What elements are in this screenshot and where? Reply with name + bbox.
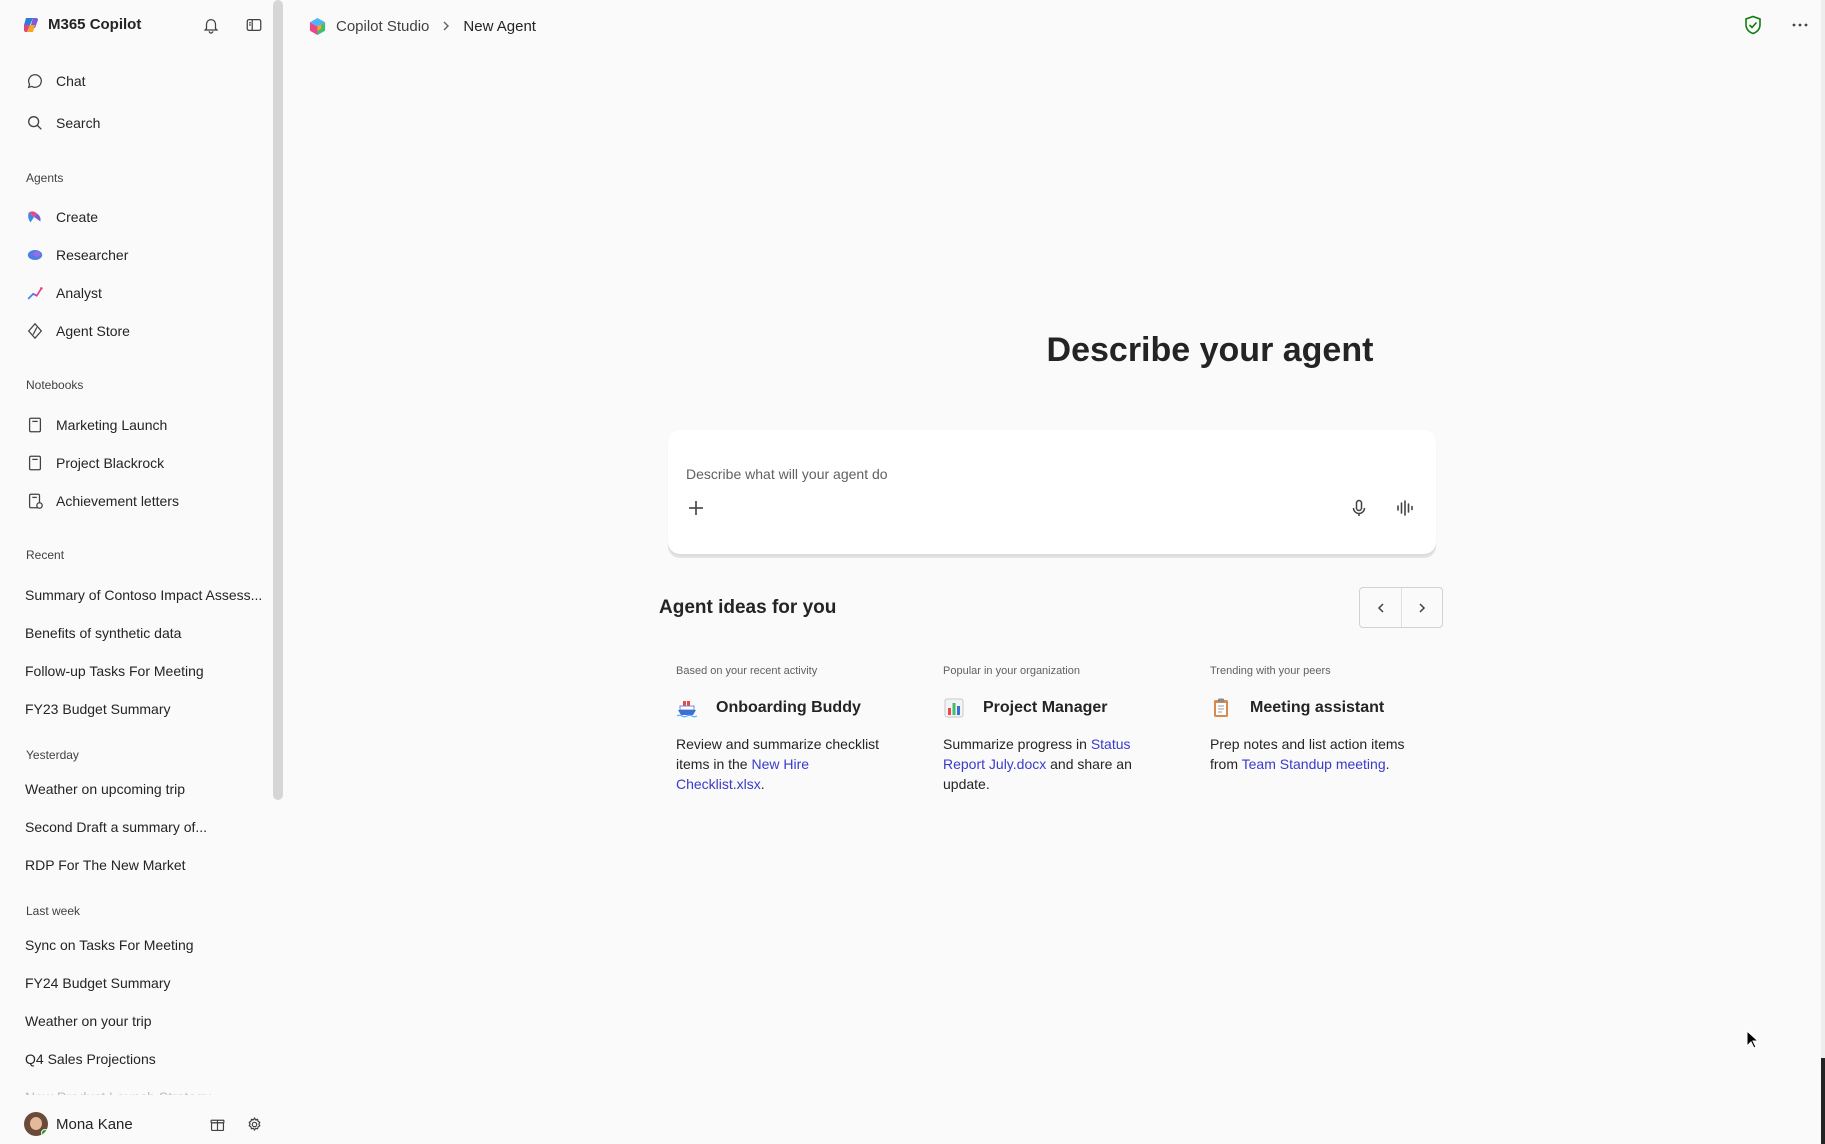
breadcrumb-copilot-studio[interactable]: Copilot Studio bbox=[336, 18, 429, 35]
sidebar-item-label: Analyst bbox=[56, 285, 102, 301]
chevron-right-icon bbox=[439, 19, 453, 33]
sidebar-scroll-area: Chat Search Agents Create Researcher Ana… bbox=[0, 60, 272, 1095]
app-title: M365 Copilot bbox=[48, 16, 142, 33]
sidebar-item-label: Chat bbox=[56, 73, 86, 89]
recent-chat-item[interactable]: Weather on upcoming trip bbox=[12, 773, 262, 805]
sidebar-item-label: Achievement letters bbox=[56, 493, 179, 509]
agent-description-composer bbox=[668, 430, 1436, 554]
sidebar-item-researcher[interactable]: Researcher bbox=[12, 238, 262, 272]
sidebar-item-label: Search bbox=[56, 115, 101, 131]
user-name[interactable]: Mona Kane bbox=[56, 1116, 133, 1133]
sidebar-scrollbar[interactable] bbox=[273, 0, 283, 800]
notifications-bell-icon[interactable] bbox=[200, 14, 222, 36]
sidebar-item-label: Marketing Launch bbox=[56, 417, 168, 433]
sidebar-item-analyst[interactable]: Analyst bbox=[12, 276, 262, 310]
main-content: Copilot Studio New Agent Describe your a… bbox=[284, 0, 1825, 1144]
presence-available-badge bbox=[41, 1129, 48, 1136]
idea-source-label: Popular in your organization bbox=[943, 665, 1080, 677]
avatar[interactable] bbox=[24, 1112, 48, 1136]
sidebar-item-create[interactable]: Create bbox=[12, 200, 262, 234]
page-scrollbar-thumb[interactable] bbox=[1821, 1058, 1825, 1144]
breadcrumb: Copilot Studio New Agent bbox=[308, 15, 536, 37]
agents-section-header: Agents bbox=[26, 171, 64, 185]
recent-chat-item[interactable]: Q4 Sales Projections bbox=[12, 1043, 262, 1075]
recent-chat-item[interactable]: FY24 Budget Summary bbox=[12, 967, 262, 999]
sidebar-item-marketing-launch[interactable]: Marketing Launch bbox=[12, 408, 262, 442]
idea-description: Prep notes and list action items from Te… bbox=[1210, 736, 1405, 772]
notebook-icon bbox=[26, 454, 44, 472]
sidebar-item-agent-store[interactable]: Agent Store bbox=[12, 314, 262, 348]
idea-source-label: Based on your recent activity bbox=[676, 665, 818, 677]
shield-check-icon[interactable] bbox=[1742, 14, 1764, 36]
notebooks-section-header: Notebooks bbox=[26, 378, 84, 392]
create-agent-icon bbox=[26, 208, 44, 226]
recent-chat-item[interactable]: New Product Launch Strategy bbox=[12, 1081, 262, 1095]
recent-chat-item[interactable]: FY23 Budget Summary bbox=[12, 693, 262, 725]
sidebar-item-label: Create bbox=[56, 209, 99, 225]
notebook-shared-icon bbox=[26, 492, 44, 510]
mouse-cursor-icon bbox=[1746, 1030, 1760, 1049]
idea-title: Onboarding Buddy bbox=[716, 699, 861, 716]
idea-title: Meeting assistant bbox=[1250, 699, 1385, 716]
add-attachment-plus-icon[interactable] bbox=[682, 494, 710, 522]
recent-chat-item[interactable]: Summary of Contoso Impact Assess... bbox=[12, 579, 262, 611]
breadcrumb-new-agent: New Agent bbox=[463, 17, 536, 35]
recent-chat-item[interactable]: Follow-up Tasks For Meeting bbox=[12, 655, 262, 687]
apps-gift-icon[interactable] bbox=[207, 1114, 227, 1134]
next-chevron-right-icon[interactable] bbox=[1401, 588, 1442, 627]
analyst-icon bbox=[26, 284, 44, 302]
page-title: Describe your agent bbox=[1046, 331, 1374, 369]
ship-icon bbox=[676, 701, 698, 718]
sidebar: M365 Copilot Chat Search Agents Create R… bbox=[0, 0, 284, 1144]
agent-ideas-heading: Agent ideas for you bbox=[659, 597, 837, 618]
sidebar-item-chat[interactable]: Chat bbox=[12, 64, 262, 98]
bar-chart-icon bbox=[944, 698, 964, 718]
sidebar-item-label: Project Blackrock bbox=[56, 455, 165, 471]
copilot-studio-logo-icon bbox=[309, 17, 326, 35]
agent-idea-card-onboarding-buddy[interactable]: Based on your recent activity Onboarding… bbox=[676, 665, 891, 815]
voice-waveform-icon[interactable] bbox=[1391, 494, 1419, 522]
notebook-icon bbox=[26, 416, 44, 434]
collapse-sidebar-icon[interactable] bbox=[243, 14, 265, 36]
sidebar-item-label: Agent Store bbox=[56, 323, 130, 339]
idea-source-label: Trending with your peers bbox=[1210, 665, 1331, 677]
idea-description: Review and summarize checklist items in … bbox=[676, 736, 880, 792]
recent-chat-item[interactable]: Weather on your trip bbox=[12, 1005, 262, 1037]
last-week-section-header: Last week bbox=[26, 904, 81, 918]
agent-idea-card-project-manager[interactable]: Popular in your organization Project Man… bbox=[943, 665, 1158, 815]
sidebar-item-label: Researcher bbox=[56, 247, 129, 263]
agent-store-icon bbox=[26, 322, 44, 340]
idea-description: Summarize progress in Status Report July… bbox=[943, 736, 1132, 792]
recent-chat-item[interactable]: Benefits of synthetic data bbox=[12, 617, 262, 649]
settings-gear-icon[interactable] bbox=[244, 1114, 264, 1134]
clipboard-icon bbox=[1214, 698, 1228, 717]
researcher-icon bbox=[26, 246, 44, 264]
recent-chat-item[interactable]: Second Draft a summary of... bbox=[12, 811, 262, 843]
recent-chat-item[interactable]: Sync on Tasks For Meeting bbox=[12, 929, 262, 961]
agent-description-input[interactable] bbox=[668, 430, 1436, 496]
m365-copilot-logo-icon bbox=[24, 18, 38, 32]
more-options-icon[interactable] bbox=[1789, 14, 1811, 36]
sidebar-item-search[interactable]: Search bbox=[12, 106, 262, 140]
meeting-link-team-standup[interactable]: Team Standup meeting bbox=[1242, 756, 1386, 772]
search-icon bbox=[26, 114, 44, 132]
ideas-carousel-nav bbox=[1359, 587, 1443, 628]
sidebar-item-achievement-letters[interactable]: Achievement letters bbox=[12, 484, 262, 518]
sidebar-header: M365 Copilot bbox=[0, 0, 284, 50]
microphone-icon[interactable] bbox=[1345, 494, 1373, 522]
agent-idea-card-meeting-assistant[interactable]: Trending with your peers Meeting assista… bbox=[1210, 665, 1425, 815]
sidebar-footer: Mona Kane bbox=[0, 1108, 284, 1144]
previous-chevron-left-icon[interactable] bbox=[1360, 588, 1401, 627]
app-window: M365 Copilot Chat Search Agents Create R… bbox=[0, 0, 1825, 1144]
yesterday-section-header: Yesterday bbox=[26, 748, 79, 762]
recent-section-header: Recent bbox=[26, 548, 65, 562]
sidebar-item-project-blackrock[interactable]: Project Blackrock bbox=[12, 446, 262, 480]
page-scrollbar-track bbox=[1821, 0, 1825, 1144]
recent-chat-item[interactable]: RDP For The New Market bbox=[12, 849, 262, 881]
idea-title: Project Manager bbox=[983, 699, 1108, 716]
chat-icon bbox=[26, 72, 44, 90]
